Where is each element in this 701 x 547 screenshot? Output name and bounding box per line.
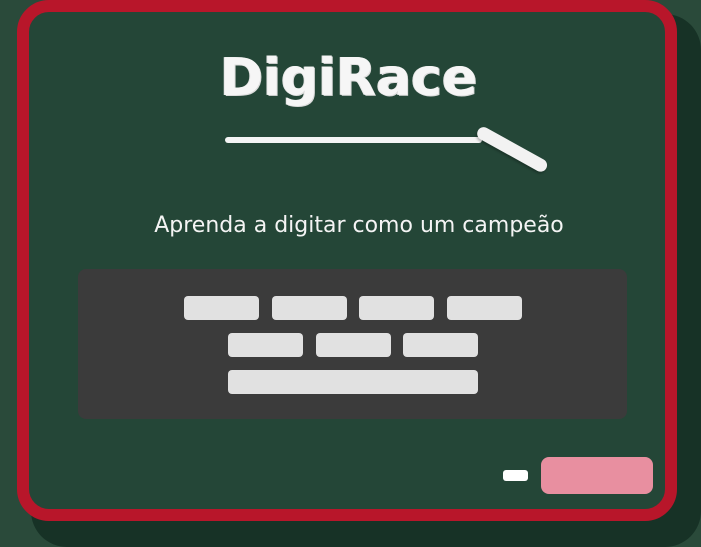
keyboard-key — [272, 296, 347, 320]
secondary-button[interactable] — [503, 470, 528, 481]
keyboard-key — [359, 296, 434, 320]
start-button[interactable] — [541, 457, 653, 494]
logo-underline — [225, 137, 482, 143]
keyboard-spacebar — [228, 370, 478, 394]
keyboard-key — [316, 333, 391, 357]
keyboard-key — [403, 333, 478, 357]
keyboard-key — [228, 333, 303, 357]
keyboard-key — [184, 296, 259, 320]
keyboard-illustration — [78, 269, 627, 419]
keyboard-key — [447, 296, 522, 320]
app-logo: DigiRace — [220, 48, 478, 108]
tagline: Aprenda a digitar como um campeão — [154, 213, 564, 238]
